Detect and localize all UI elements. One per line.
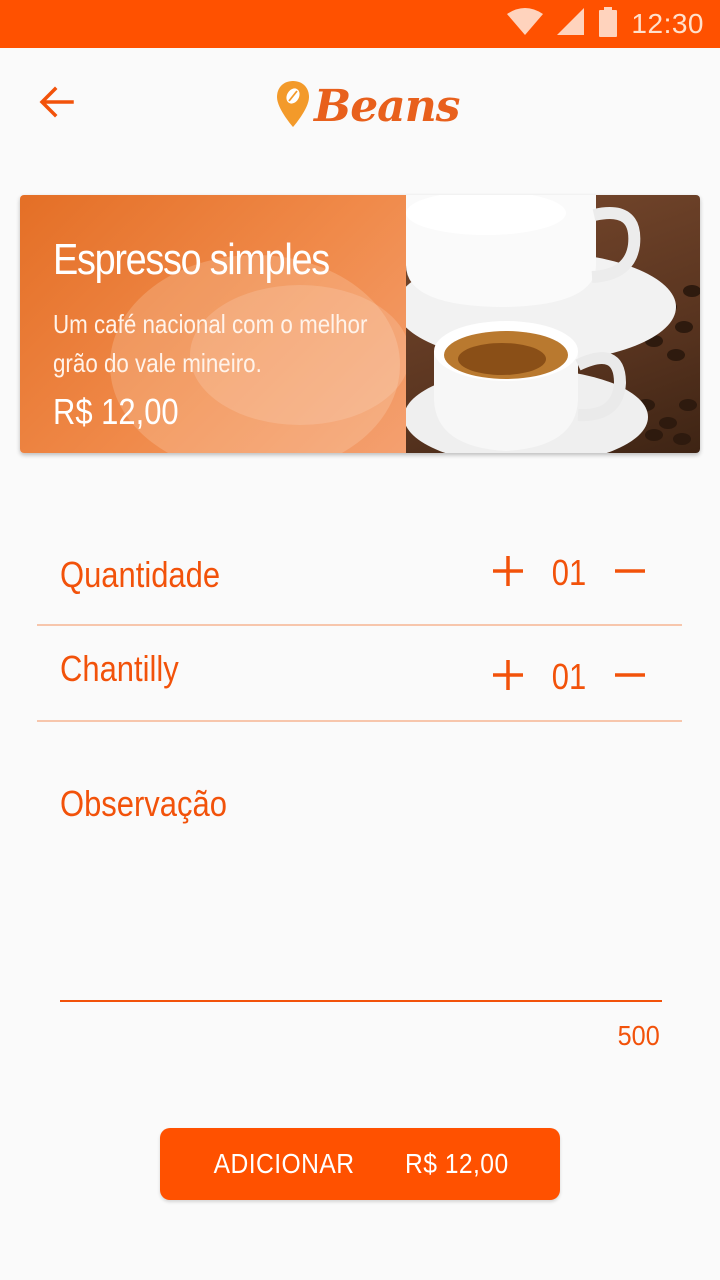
wifi-icon — [507, 7, 544, 41]
add-to-cart-button[interactable]: ADICIONAR R$ 12,00 — [160, 1128, 560, 1200]
minus-icon — [615, 660, 645, 695]
quantity-increase-button[interactable] — [486, 551, 530, 595]
chantilly-stepper: 01 — [486, 652, 652, 702]
plus-icon — [493, 555, 523, 591]
quantity-value: 01 — [551, 552, 587, 593]
chantilly-row: Chantilly 01 — [37, 626, 682, 722]
quantity-stepper: 01 — [486, 548, 652, 598]
character-counter: 500 — [617, 1020, 660, 1051]
product-card: Espresso simples Um café nacional com o … — [20, 195, 700, 453]
chantilly-decrease-button[interactable] — [608, 655, 652, 699]
location-pin-icon — [276, 79, 310, 134]
product-name: Espresso simples — [53, 235, 330, 284]
back-button[interactable] — [30, 82, 82, 126]
product-description: Um café nacional com o melhor grão do va… — [53, 309, 368, 378]
product-image — [406, 195, 700, 453]
chantilly-label: Chantilly — [60, 648, 179, 689]
battery-icon — [599, 6, 618, 42]
app-logo: Beans — [276, 78, 460, 134]
add-button-price: R$ 12,00 — [405, 1148, 509, 1179]
status-time: 12:30 — [631, 8, 704, 39]
observation-input[interactable] — [60, 840, 662, 1002]
plus-icon — [493, 659, 523, 695]
status-bar: 12:30 — [0, 0, 720, 48]
chantilly-value: 01 — [551, 656, 587, 697]
add-button-label: ADICIONAR — [213, 1148, 355, 1179]
product-info: Espresso simples Um café nacional com o … — [20, 195, 406, 453]
app-bar: Beans — [0, 48, 720, 160]
cell-signal-icon — [557, 7, 585, 41]
chantilly-increase-button[interactable] — [486, 655, 530, 699]
minus-icon — [615, 556, 645, 591]
product-price: R$ 12,00 — [53, 391, 179, 432]
logo-text: Beans — [314, 80, 460, 132]
arrow-back-icon — [38, 86, 74, 123]
quantity-row: Quantidade 01 — [37, 530, 682, 626]
observation-label: Observação — [60, 783, 227, 824]
quantity-decrease-button[interactable] — [608, 551, 652, 595]
quantity-label: Quantidade — [60, 554, 221, 595]
